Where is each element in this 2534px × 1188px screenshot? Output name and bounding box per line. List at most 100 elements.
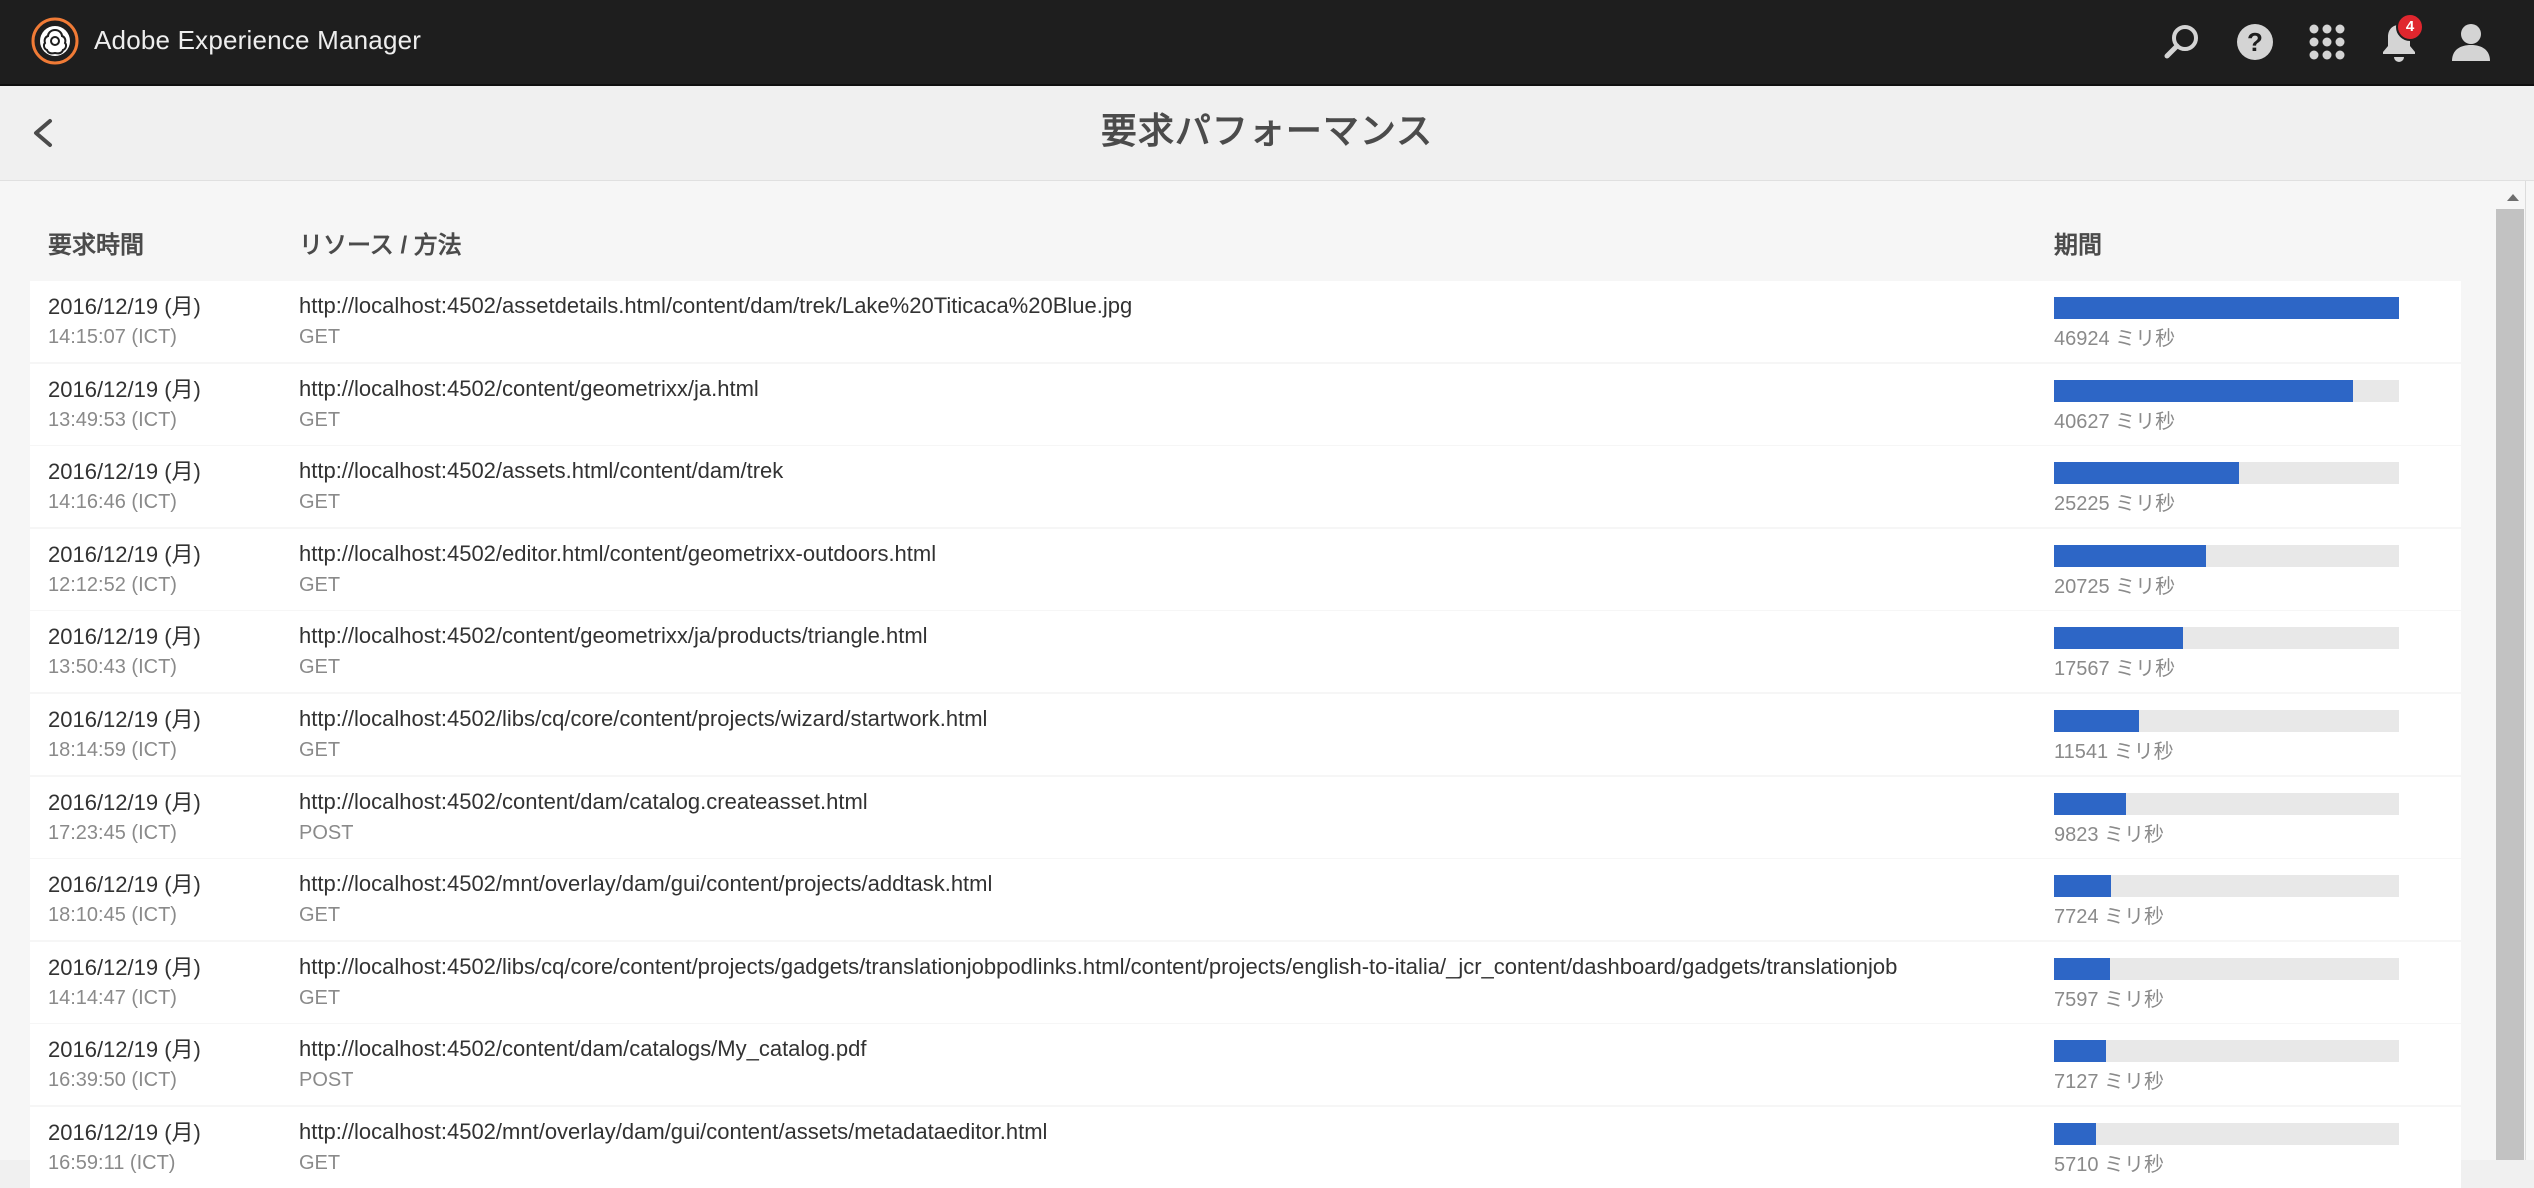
request-time: 12:12:52 (ICT) <box>48 574 177 596</box>
duration-label: 20725 ミリ秒 <box>2054 576 2176 598</box>
resource-url[interactable]: http://localhost:4502/content/dam/catalo… <box>299 788 868 816</box>
resource-url[interactable]: http://localhost:4502/mnt/overlay/dam/gu… <box>299 870 992 898</box>
scrollbar-divider <box>2525 181 2526 1160</box>
request-time: 14:14:47 (ICT) <box>48 987 177 1009</box>
request-performance-table: 要求時間 リソース / 方法 期間 2016/12/19 (月) 14:15:07… <box>0 181 2534 1188</box>
http-method: GET <box>299 987 341 1009</box>
scrollbar-thumb[interactable] <box>2496 209 2524 1160</box>
request-date: 2016/12/19 (月) <box>48 294 201 319</box>
duration-bar-track <box>2054 627 2399 649</box>
table-row[interactable]: 2016/12/19 (月) 14:14:47 (ICT) http://local… <box>30 942 2461 1023</box>
resource-url[interactable]: http://localhost:4502/assetdetails.html/… <box>299 292 1132 320</box>
duration-label: 25225 ミリ秒 <box>2054 493 2176 515</box>
request-time: 13:49:53 (ICT) <box>48 409 177 431</box>
request-time: 13:50:43 (ICT) <box>48 656 177 678</box>
duration-bar-fill <box>2054 1040 2106 1062</box>
duration-label: 17567 ミリ秒 <box>2054 658 2176 680</box>
top-app-bar: Adobe Experience Manager ? 4 <box>0 0 2534 86</box>
user-icon[interactable] <box>2446 17 2496 67</box>
resource-url[interactable]: http://localhost:4502/libs/cq/core/conte… <box>299 705 987 733</box>
table-row[interactable]: 2016/12/19 (月) 16:39:50 (ICT) http://local… <box>30 1024 2461 1105</box>
resource-url[interactable]: http://localhost:4502/assets.html/conten… <box>299 457 783 485</box>
duration-bar-fill <box>2054 793 2126 815</box>
duration-bar-fill <box>2054 627 2183 649</box>
svg-text:?: ? <box>2247 27 2263 57</box>
request-time: 16:39:50 (ICT) <box>48 1069 177 1091</box>
request-date: 2016/12/19 (月) <box>48 542 201 567</box>
duration-bar-track <box>2054 1123 2399 1145</box>
page-title: 要求パフォーマンス <box>1100 110 1434 151</box>
column-header-time[interactable]: 要求時間 <box>48 231 144 261</box>
resource-url[interactable]: http://localhost:4502/content/dam/catalo… <box>299 1035 866 1063</box>
http-method: GET <box>299 326 341 348</box>
request-date: 2016/12/19 (月) <box>48 790 201 815</box>
request-time: 17:23:45 (ICT) <box>48 822 177 844</box>
app-title[interactable]: Adobe Experience Manager <box>94 23 421 57</box>
http-method: GET <box>299 904 341 926</box>
http-method: GET <box>299 656 341 678</box>
request-date: 2016/12/19 (月) <box>48 459 201 484</box>
table-row[interactable]: 2016/12/19 (月) 14:15:07 (ICT) http://local… <box>30 281 2461 362</box>
duration-bar-track <box>2054 958 2399 980</box>
http-method: POST <box>299 822 354 844</box>
table-row[interactable]: 2016/12/19 (月) 14:16:46 (ICT) http://local… <box>30 446 2461 527</box>
table-row[interactable]: 2016/12/19 (月) 18:14:59 (ICT) http://local… <box>30 694 2461 775</box>
duration-bar-fill <box>2054 1123 2096 1145</box>
help-icon[interactable]: ? <box>2230 17 2280 67</box>
duration-label: 9823 ミリ秒 <box>2054 824 2165 846</box>
http-method: GET <box>299 491 341 513</box>
duration-bar-track <box>2054 462 2399 484</box>
http-method: GET <box>299 409 341 431</box>
http-method: GET <box>299 739 341 761</box>
table-row[interactable]: 2016/12/19 (月) 13:50:43 (ICT) http://local… <box>30 611 2461 692</box>
http-method: GET <box>299 574 341 596</box>
solutions-grid-icon[interactable] <box>2302 17 2352 67</box>
duration-bar-track <box>2054 545 2399 567</box>
duration-bar-track <box>2054 793 2399 815</box>
duration-bar-track <box>2054 1040 2399 1062</box>
duration-bar-fill <box>2054 710 2139 732</box>
resource-url[interactable]: http://localhost:4502/content/geometrixx… <box>299 622 928 650</box>
resource-url[interactable]: http://localhost:4502/content/geometrixx… <box>299 375 759 403</box>
table-row[interactable]: 2016/12/19 (月) 13:49:53 (ICT) http://local… <box>30 364 2461 445</box>
request-date: 2016/12/19 (月) <box>48 377 201 402</box>
duration-label: 40627 ミリ秒 <box>2054 411 2176 433</box>
duration-label: 5710 ミリ秒 <box>2054 1154 2165 1176</box>
duration-bar-track <box>2054 297 2399 319</box>
request-time: 14:15:07 (ICT) <box>48 326 177 348</box>
request-date: 2016/12/19 (月) <box>48 1037 201 1062</box>
table-row[interactable]: 2016/12/19 (月) 18:10:45 (ICT) http://local… <box>30 859 2461 940</box>
request-date: 2016/12/19 (月) <box>48 955 201 980</box>
duration-bar-fill <box>2054 875 2111 897</box>
request-date: 2016/12/19 (月) <box>48 624 201 649</box>
table-row[interactable]: 2016/12/19 (月) 17:23:45 (ICT) http://local… <box>30 777 2461 858</box>
duration-bar-fill <box>2054 545 2206 567</box>
duration-bar-track <box>2054 710 2399 732</box>
notification-badge[interactable]: 4 <box>2396 13 2424 41</box>
duration-label: 7597 ミリ秒 <box>2054 989 2165 1011</box>
request-time: 16:59:11 (ICT) <box>48 1152 176 1174</box>
scroll-up-arrow-icon[interactable] <box>2492 185 2534 207</box>
http-method: GET <box>299 1152 341 1174</box>
http-method: POST <box>299 1069 354 1091</box>
resource-url[interactable]: http://localhost:4502/mnt/overlay/dam/gu… <box>299 1118 1047 1146</box>
request-date: 2016/12/19 (月) <box>48 872 201 897</box>
duration-bar-track <box>2054 875 2399 897</box>
request-date: 2016/12/19 (月) <box>48 707 201 732</box>
column-header-resource[interactable]: リソース / 方法 <box>299 231 462 261</box>
table-row[interactable]: 2016/12/19 (月) 16:59:11 (ICT) http://local… <box>30 1107 2461 1188</box>
resource-url[interactable]: http://localhost:4502/libs/cq/core/conte… <box>299 953 1897 981</box>
adobe-logo-icon[interactable] <box>30 16 80 66</box>
duration-bar-fill <box>2054 462 2239 484</box>
column-header-duration[interactable]: 期間 <box>2054 231 2102 261</box>
search-icon[interactable] <box>2158 17 2208 67</box>
resource-url[interactable]: http://localhost:4502/editor.html/conten… <box>299 540 936 568</box>
request-time: 14:16:46 (ICT) <box>48 491 177 513</box>
table-row[interactable]: 2016/12/19 (月) 12:12:52 (ICT) http://local… <box>30 529 2461 610</box>
duration-bar-fill <box>2054 380 2353 402</box>
request-time: 18:14:59 (ICT) <box>48 739 177 761</box>
page-header: 要求パフォーマンス <box>0 86 2534 181</box>
duration-label: 46924 ミリ秒 <box>2054 328 2176 350</box>
duration-bar-track <box>2054 380 2399 402</box>
duration-label: 7724 ミリ秒 <box>2054 906 2165 928</box>
